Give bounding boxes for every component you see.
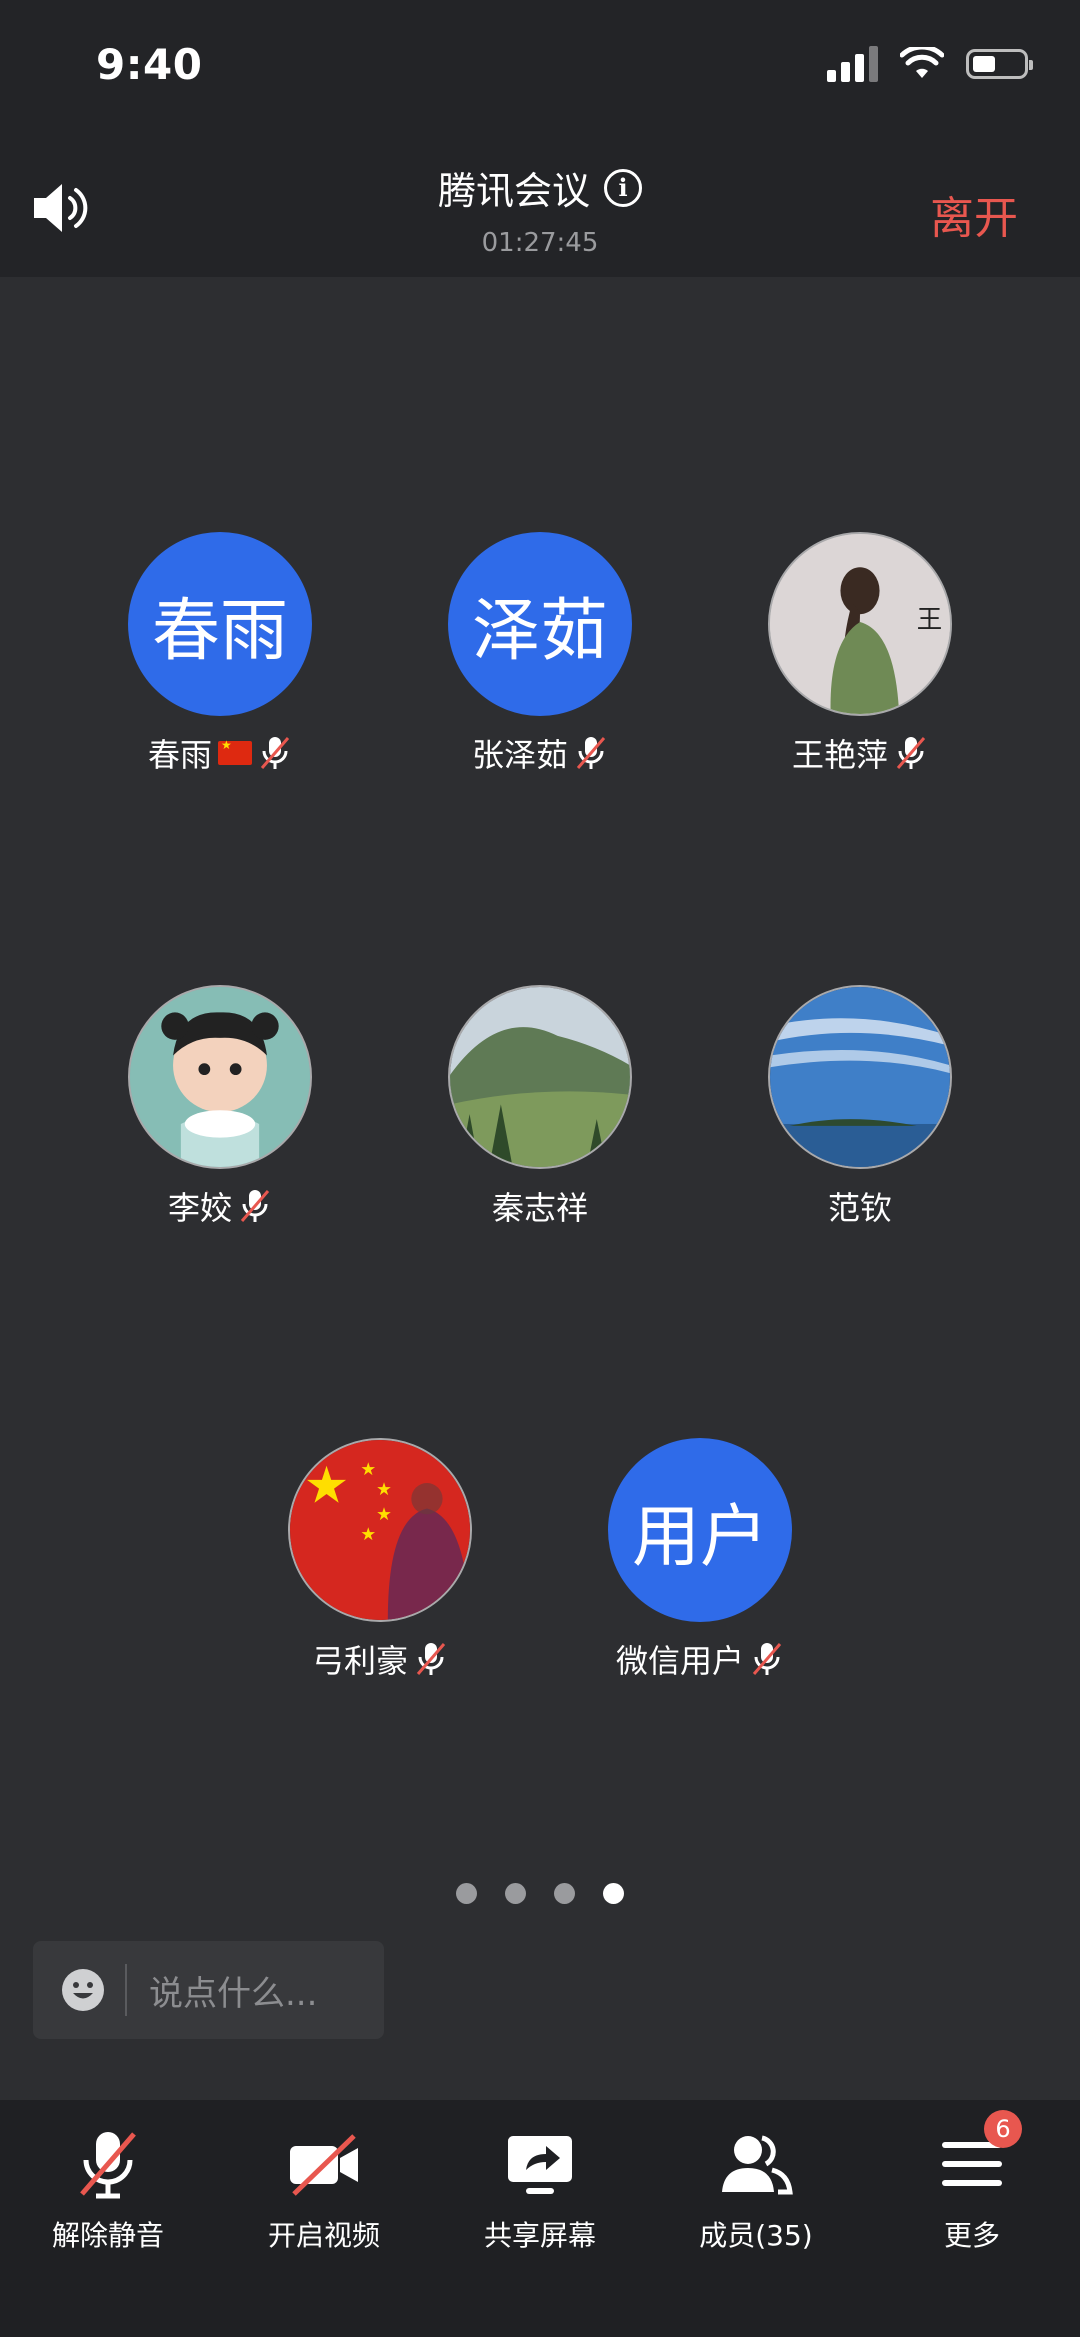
avatar: 春雨 bbox=[128, 532, 312, 716]
notification-badge: 6 bbox=[984, 2110, 1022, 2148]
participant-name: 微信用户 bbox=[615, 1642, 744, 1680]
members-icon bbox=[722, 2135, 793, 2195]
participant-tile[interactable]: 用户 微信用户 bbox=[580, 1438, 820, 1682]
participant-tile[interactable]: 泽茹 张泽茹 bbox=[420, 532, 660, 776]
avatar-photo-girl: 王 bbox=[770, 534, 950, 714]
avatar-photo-flag: ★ ★ ★ ★ ★ bbox=[290, 1440, 470, 1620]
start-video-button[interactable]: 开启视频 bbox=[216, 2100, 432, 2337]
leave-button[interactable]: 离开 bbox=[930, 182, 1018, 246]
mic-muted-icon bbox=[576, 737, 606, 769]
participant-name-row: 范钦 bbox=[740, 1183, 980, 1229]
mic-muted-icon bbox=[260, 737, 290, 769]
participant-name-row: 秦志祥 bbox=[420, 1183, 660, 1229]
participant-name: 张泽茹 bbox=[471, 736, 568, 774]
page-dot-active[interactable] bbox=[603, 1883, 624, 1904]
mic-muted-icon bbox=[240, 1190, 270, 1222]
avatar-photo-cartoon-girl bbox=[130, 987, 310, 1167]
unmute-label: 解除静音 bbox=[51, 2219, 164, 2252]
share-screen-button[interactable]: 共享屏幕 bbox=[432, 2100, 648, 2337]
wifi-icon bbox=[900, 47, 944, 78]
page-indicator[interactable] bbox=[0, 1883, 1080, 1904]
meeting-timer: 01:27:45 bbox=[481, 228, 599, 258]
participant-tile[interactable]: ★ ★ ★ ★ ★ 弓利豪 bbox=[260, 1438, 500, 1682]
chat-input[interactable]: 说点什么... bbox=[33, 1941, 384, 2039]
avatar-photo-sky bbox=[770, 987, 950, 1167]
video-off-icon bbox=[290, 2134, 358, 2196]
participant-tile[interactable]: 春雨 春雨 bbox=[100, 532, 340, 776]
mic-muted-icon bbox=[416, 1643, 446, 1675]
avatar: 泽茹 bbox=[448, 532, 632, 716]
page-dot[interactable] bbox=[505, 1883, 526, 1904]
more-button[interactable]: 更多 bbox=[864, 2100, 1080, 2337]
chat-divider bbox=[125, 1964, 127, 2016]
avatar bbox=[128, 985, 312, 1169]
page-dot[interactable] bbox=[554, 1883, 575, 1904]
svg-text:★: ★ bbox=[360, 1460, 376, 1480]
status-icons bbox=[827, 46, 1033, 82]
participant-name: 范钦 bbox=[827, 1189, 892, 1227]
participant-tile[interactable]: 范钦 bbox=[740, 985, 980, 1229]
cellular-signal-icon bbox=[827, 46, 878, 82]
participant-name-row: 张泽茹 bbox=[420, 730, 660, 776]
participant-tile[interactable]: 王 王艳萍 bbox=[740, 532, 980, 776]
participant-name: 李姣 bbox=[167, 1189, 232, 1227]
svg-text:★: ★ bbox=[376, 1480, 392, 1500]
info-icon[interactable]: i bbox=[604, 168, 642, 207]
avatar-photo-landscape bbox=[450, 987, 630, 1167]
start-video-label: 开启视频 bbox=[267, 2219, 380, 2252]
participant-name: 秦志祥 bbox=[491, 1189, 588, 1227]
bottom-toolbar: 解除静音 开启视频 共享屏幕 成员(35) 更多 bbox=[0, 2100, 1080, 2337]
participant-name: 弓利豪 bbox=[311, 1642, 408, 1680]
participant-name-row: 微信用户 bbox=[580, 1636, 820, 1682]
share-screen-icon bbox=[508, 2136, 572, 2194]
china-flag-icon bbox=[218, 738, 252, 765]
avatar bbox=[448, 985, 632, 1169]
mic-muted-icon bbox=[80, 2132, 136, 2199]
avatar: ★ ★ ★ ★ ★ bbox=[288, 1438, 472, 1622]
mic-muted-icon bbox=[896, 737, 926, 769]
participant-name: 春雨 bbox=[147, 736, 212, 774]
members-button[interactable]: 成员(35) bbox=[648, 2100, 864, 2337]
meeting-title-text: 腾讯会议 bbox=[437, 169, 590, 213]
chat-placeholder: 说点什么... bbox=[149, 1973, 318, 2014]
avatar: 王 bbox=[768, 532, 952, 716]
more-label: 更多 bbox=[943, 2219, 1000, 2252]
unmute-button[interactable]: 解除静音 bbox=[0, 2100, 216, 2337]
emoji-icon[interactable] bbox=[61, 1968, 105, 2012]
page-dot[interactable] bbox=[456, 1883, 477, 1904]
status-time: 9:40 bbox=[96, 40, 203, 89]
participant-tile[interactable]: 李姣 bbox=[100, 985, 340, 1229]
participant-name-row: 弓利豪 bbox=[260, 1636, 500, 1682]
battery-icon bbox=[966, 49, 1033, 79]
members-label: 成员(35) bbox=[699, 2219, 813, 2252]
participant-name-row: 王艳萍 bbox=[740, 730, 980, 776]
meeting-title[interactable]: 腾讯会议 i bbox=[438, 160, 642, 215]
svg-text:★: ★ bbox=[376, 1505, 392, 1525]
svg-text:王: 王 bbox=[917, 604, 942, 634]
share-screen-label: 共享屏幕 bbox=[483, 2219, 596, 2252]
avatar bbox=[768, 985, 952, 1169]
participant-name: 王艳萍 bbox=[791, 736, 888, 774]
svg-text:★: ★ bbox=[360, 1525, 376, 1545]
participant-name-row: 春雨 bbox=[100, 730, 340, 776]
svg-text:★: ★ bbox=[304, 1456, 350, 1515]
meeting-title-bar: 腾讯会议 i bbox=[0, 160, 1080, 215]
participant-tile[interactable]: 秦志祥 bbox=[420, 985, 660, 1229]
participant-name-row: 李姣 bbox=[100, 1183, 340, 1229]
avatar: 用户 bbox=[608, 1438, 792, 1622]
mic-muted-icon bbox=[752, 1643, 782, 1675]
